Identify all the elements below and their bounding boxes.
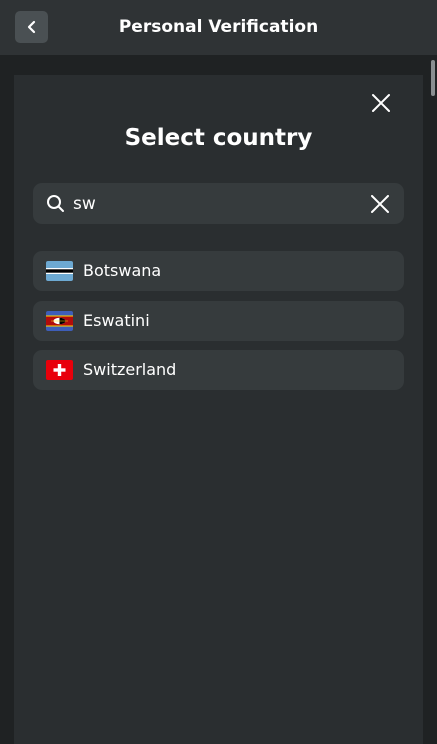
country-item-switzerland[interactable]: Switzerland <box>33 350 404 390</box>
clear-search-button[interactable] <box>370 194 390 214</box>
modal-title: Select country <box>124 125 313 151</box>
top-bar: Personal Verification <box>0 0 437 55</box>
close-icon <box>372 94 390 112</box>
country-name: Eswatini <box>83 310 150 330</box>
back-button[interactable] <box>15 11 48 43</box>
country-list: Botswana Eswatini Switzerland <box>33 251 404 400</box>
eswatini-flag-icon <box>46 310 73 331</box>
country-name: Switzerland <box>83 360 177 379</box>
search-input[interactable] <box>73 183 353 224</box>
clear-icon <box>371 195 389 213</box>
country-item-eswatini[interactable]: Eswatini <box>33 300 404 341</box>
search-field[interactable] <box>33 183 404 224</box>
page-title: Personal Verification <box>118 17 319 37</box>
country-item-botswana[interactable]: Botswana <box>33 251 404 291</box>
close-button[interactable] <box>369 91 393 115</box>
search-icon <box>47 195 64 212</box>
scrollbar[interactable] <box>431 60 435 96</box>
country-name: Botswana <box>83 261 162 280</box>
botswana-flag-icon <box>46 261 73 281</box>
switzerland-flag-icon <box>46 360 73 380</box>
chevron-left-icon <box>27 20 35 34</box>
select-country-modal: Select country Botswana <box>14 75 423 744</box>
